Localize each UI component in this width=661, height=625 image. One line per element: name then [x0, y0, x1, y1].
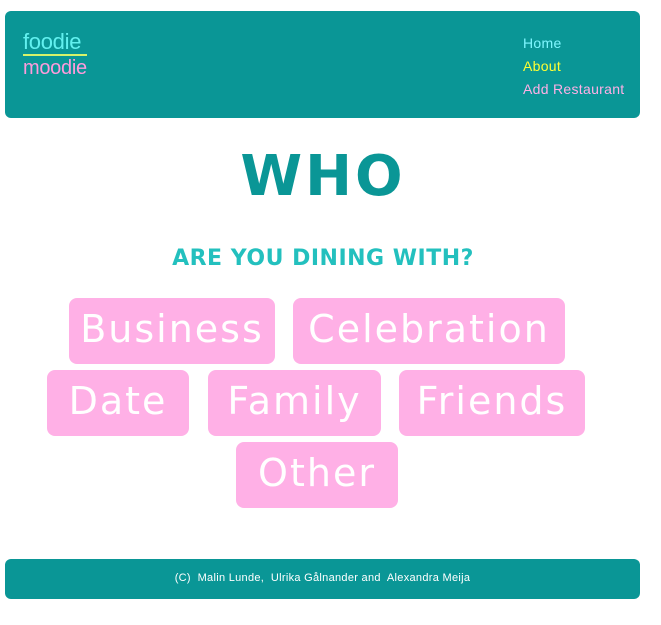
nav-link-home[interactable]: Home — [523, 32, 638, 55]
page-title: WHO — [240, 144, 406, 209]
copyright-text: (C) Malin Lunde, Ulrika Gålnander and Al… — [174, 572, 471, 584]
choice-other-button[interactable]: Other — [236, 442, 398, 508]
site-header: foodie moodie Home About Add Restaurant — [5, 11, 640, 118]
page: foodie moodie Home About Add Restaurant … — [0, 0, 661, 625]
choice-celebration-button[interactable]: Celebration — [293, 298, 565, 364]
page-subtitle: ARE YOU DINING WITH? — [172, 246, 474, 271]
logo-foodie-text: foodie — [23, 31, 87, 56]
choice-friends-button[interactable]: Friends — [399, 370, 585, 436]
site-footer: (C) Malin Lunde, Ulrika Gålnander and Al… — [5, 559, 640, 599]
nav-link-about[interactable]: About — [523, 55, 638, 78]
choice-family-button[interactable]: Family — [208, 370, 381, 436]
logo-moodie-text: moodie — [23, 57, 87, 79]
logo[interactable]: foodie moodie — [23, 31, 87, 78]
choice-business-button[interactable]: Business — [69, 298, 275, 364]
nav-link-add-restaurant[interactable]: Add Restaurant — [523, 78, 638, 101]
choice-date-button[interactable]: Date — [47, 370, 189, 436]
main-nav: Home About Add Restaurant — [523, 32, 638, 101]
